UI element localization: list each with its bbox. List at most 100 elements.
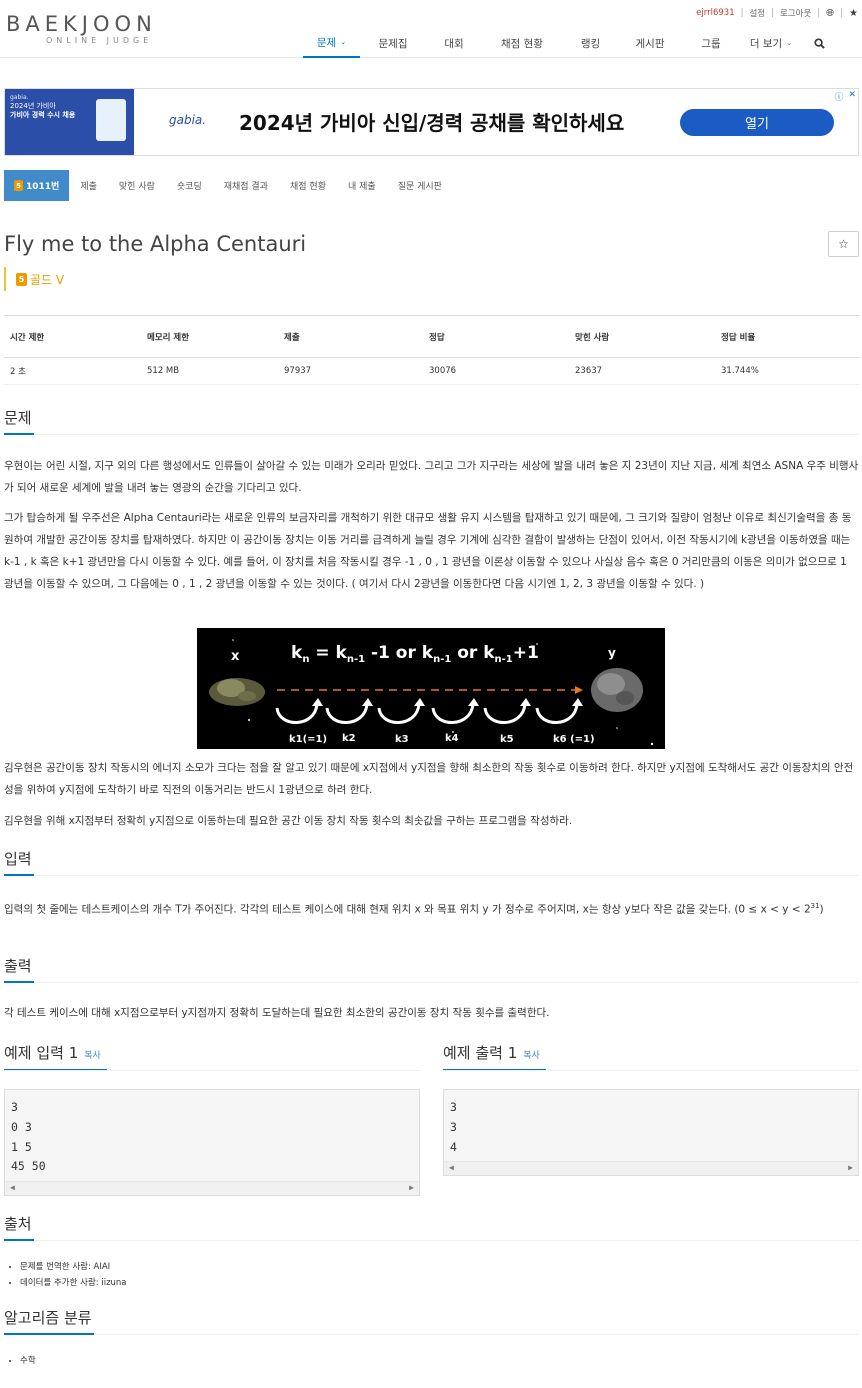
nav-board[interactable]: 게시판 <box>619 28 681 58</box>
section-title: 출처 <box>4 1212 34 1241</box>
logo-main: BAEKJOON <box>6 12 157 36</box>
scroll-left-icon[interactable]: ◀ <box>449 1163 454 1172</box>
logo[interactable]: BAEKJOON ONLINE JUDGE <box>6 12 196 48</box>
col-accepted: 정답 <box>423 315 569 358</box>
arrow-right-icon <box>575 686 583 694</box>
col-submissions: 제출 <box>278 315 423 358</box>
nav-label: 더 보기 <box>749 37 783 50</box>
sample-input-code[interactable]: 3 0 3 1 5 45 50 <box>5 1090 419 1177</box>
problem-paragraph: 김우현은 공간이동 장치 작동시의 에너지 소모가 크다는 점을 잘 알고 있기… <box>4 762 854 796</box>
tab-short-coding[interactable]: 숏코딩 <box>166 170 213 201</box>
divider <box>4 1070 420 1071</box>
tab-question-board[interactable]: 질문 게시판 <box>387 170 453 201</box>
scroll-right-icon[interactable]: ▶ <box>848 1163 853 1172</box>
input-section-heading: 입력 <box>4 847 859 876</box>
ad-headline[interactable]: 2024년 가비아 신입/경력 공채를 확인하세요 <box>239 107 624 136</box>
source-section-heading: 출처 <box>4 1212 859 1241</box>
diagram-svg: x y kn = kn-1 -1 or kn-1 or kn-1+1 k1(=1… <box>209 639 654 746</box>
horizontal-scrollbar[interactable]: ◀ ▶ <box>5 1181 419 1195</box>
diagram-x-label: x <box>231 649 240 664</box>
ad-open-button[interactable]: 열기 <box>680 109 834 136</box>
copy-input-button[interactable]: 복사 <box>84 1051 101 1061</box>
nav-label: 그룹 <box>701 37 721 50</box>
sample-input-box[interactable]: 3 0 3 1 5 45 50 ◀ ▶ <box>4 1089 420 1196</box>
diagram-y-label: y <box>608 646 616 660</box>
ad-close-icon[interactable]: ✕ <box>848 90 856 103</box>
problem-title: Fly me to the Alpha Centauri <box>4 232 307 256</box>
tab-my-submissions[interactable]: 내 제출 <box>337 170 387 201</box>
ad-thumbnail: gabia. 2024년 가비아 가비아 경력 수시 채용 <box>5 89 134 155</box>
col-ratio: 정답 비율 <box>715 315 859 358</box>
nav-problems[interactable]: 문제 ⌄ <box>303 28 360 58</box>
nav-contest[interactable]: 대회 <box>426 28 482 58</box>
settings-link[interactable]: 설정 <box>749 7 765 19</box>
problem-menu: 5 1011번 제출 맞힌 사람 숏코딩 재채점 결과 채점 현황 내 제출 질문… <box>4 170 453 201</box>
ad-brand: gabia. <box>169 113 207 127</box>
chevron-down-icon: ⌄ <box>786 39 793 47</box>
divider: | <box>840 8 844 18</box>
nav-workbook[interactable]: 문제집 <box>360 28 426 58</box>
tab-solved-users[interactable]: 맞힌 사람 <box>108 170 166 201</box>
tier-badge-icon: 5 <box>14 180 23 191</box>
star-icon[interactable]: ★ <box>849 8 858 19</box>
asteroid-y-icon <box>591 668 643 712</box>
nav-label: 채점 현황 <box>501 37 543 50</box>
sample-output-code[interactable]: 3 3 4 <box>444 1090 858 1157</box>
output-paragraph: 각 테스트 케이스에 대해 x지점으로부터 y지점까지 정확히 도달하는데 필요… <box>4 1007 550 1019</box>
globe-icon[interactable]: 🌐︎ <box>826 8 834 19</box>
scroll-left-icon[interactable]: ◀ <box>10 1183 15 1192</box>
search-button[interactable] <box>801 28 837 58</box>
jump-label: k6 (=1) <box>553 734 595 745</box>
algorithm-section-heading: 알고리즘 분류 <box>4 1306 859 1335</box>
col-memory-limit: 메모리 제한 <box>141 315 278 358</box>
source-list: 문제를 번역한 사람: AIAI 데이터를 추가한 사람: iizuna <box>20 1259 127 1291</box>
input-text: 입력의 첫 줄에는 테스트케이스의 개수 T가 주어진다. 각각의 테스트 케이… <box>4 903 811 916</box>
submissions-value: 97937 <box>278 357 423 385</box>
problem-diagram: x y kn = kn-1 -1 or kn-1 or kn-1+1 k1(=1… <box>197 628 665 749</box>
top-bar: ejrrl6931 | 설정 | 로그아웃 | 🌐︎ | ★ <box>696 7 858 20</box>
logo-sub: ONLINE JUDGE <box>46 36 153 45</box>
ad-banner[interactable]: gabia. 2024년 가비아 가비아 경력 수시 채용 gabia. 202… <box>4 88 859 156</box>
algorithm-list: 수학 <box>20 1353 36 1369</box>
nav-label: 랭킹 <box>580 37 601 50</box>
nav-label: 게시판 <box>635 37 665 50</box>
solved-users-value: 23637 <box>569 357 715 385</box>
jump-labels: k1(=1) k2 k3 k4 k5 k6 (=1) <box>289 733 595 745</box>
tier-label: 골드 V <box>30 272 65 287</box>
ad-info-icon[interactable]: ⓘ <box>834 90 843 103</box>
favorite-button[interactable]: ☆ <box>828 231 859 257</box>
nav-label: 대회 <box>444 37 464 50</box>
copy-output-button[interactable]: 복사 <box>523 1051 540 1061</box>
nav-group[interactable]: 그룹 <box>681 28 741 58</box>
table-header-row: 시간 제한 메모리 제한 제출 정답 맞힌 사람 정답 비율 <box>4 315 859 358</box>
list-item[interactable]: 수학 <box>20 1353 36 1369</box>
horizontal-scrollbar[interactable]: ◀ ▶ <box>444 1161 858 1175</box>
jump-label: k1(=1) <box>289 734 327 745</box>
username-link[interactable]: ejrrl6931 <box>696 8 734 18</box>
nav-more[interactable]: 더 보기 ⌄ <box>741 28 801 58</box>
sample-output-heading: 예제 출력 1 복사 <box>443 1041 859 1071</box>
tab-problem-number[interactable]: 5 1011번 <box>4 170 70 201</box>
problem-paragraph: 김우현을 위해 x지점부터 정확히 y지점으로 이동하는데 필요한 공간 이동 … <box>4 815 573 827</box>
logout-link[interactable]: 로그아웃 <box>780 7 811 19</box>
tab-rejudge[interactable]: 재채점 결과 <box>213 170 279 201</box>
scroll-right-icon[interactable]: ▶ <box>409 1183 414 1192</box>
problem-tier: 5 골드 V <box>4 267 64 291</box>
problem-info-table: 시간 제한 메모리 제한 제출 정답 맞힌 사람 정답 비율 2 초 512 M… <box>4 315 859 385</box>
section-title: 예제 입력 1 복사 <box>4 1041 107 1071</box>
nav-status[interactable]: 채점 현황 <box>482 28 562 58</box>
accepted-value: 30076 <box>423 357 569 385</box>
tab-submit[interactable]: 제출 <box>69 170 108 201</box>
main-nav: 문제 ⌄ 문제집 대회 채점 현황 랭킹 게시판 그룹 더 보기 ⌄ <box>303 28 837 58</box>
problem-paragraph: 그가 탑승하게 될 우주선은 Alpha Centauri라는 새로운 인류의 … <box>4 512 852 590</box>
problem-paragraph: 우현이는 어린 시절, 지구 외의 다른 행성에서도 인류들이 살아갈 수 있는… <box>4 460 859 494</box>
jump-label: k4 <box>445 733 459 744</box>
divider: | <box>740 8 744 18</box>
nav-ranking[interactable]: 랭킹 <box>562 28 619 58</box>
tab-status[interactable]: 채점 현황 <box>279 170 337 201</box>
problem-section-heading: 문제 <box>4 406 859 435</box>
col-time-limit: 시간 제한 <box>4 315 141 358</box>
time-limit-value: 2 초 <box>4 357 141 385</box>
input-text-end: ) <box>819 903 824 916</box>
sample-output-box[interactable]: 3 3 4 ◀ ▶ <box>443 1089 859 1176</box>
